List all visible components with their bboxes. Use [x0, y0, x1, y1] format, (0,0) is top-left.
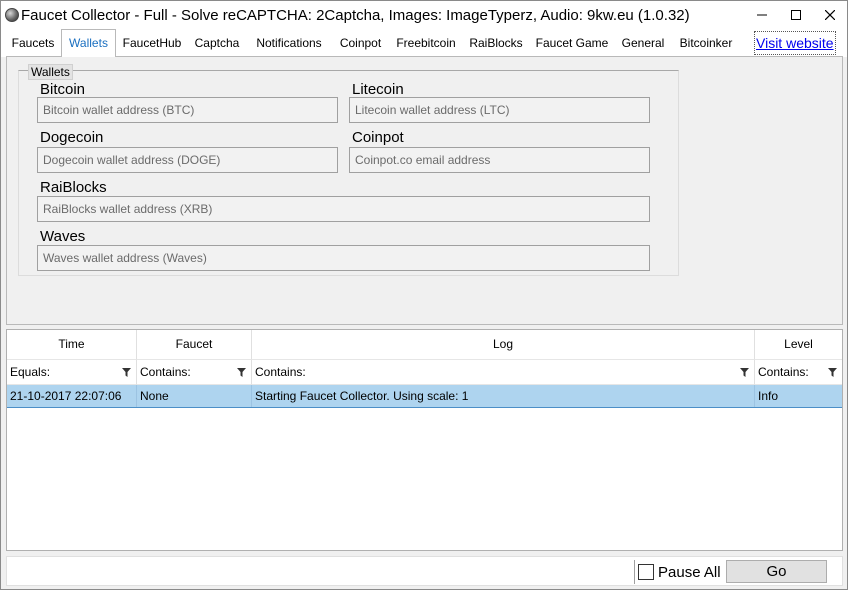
tab-notifications[interactable]: Notifications [248, 33, 330, 55]
column-header-time[interactable]: Time [7, 330, 137, 360]
column-header-faucet[interactable]: Faucet [137, 330, 252, 360]
cell-faucet: None [137, 385, 252, 407]
maximize-button[interactable] [779, 1, 813, 29]
cell-time: 21-10-2017 22:07:06 [7, 385, 137, 407]
filter-icon[interactable] [828, 368, 837, 377]
tab-general[interactable]: General [616, 33, 670, 55]
pause-all-checkbox[interactable] [638, 564, 654, 580]
filter-operator-time: Equals: [10, 365, 51, 379]
close-icon [825, 10, 835, 20]
filter-cell-faucet[interactable]: Contains: [137, 360, 252, 385]
tab-coinpot[interactable]: Coinpot [332, 33, 389, 55]
minimize-icon [757, 14, 767, 16]
tab-faucets[interactable]: Faucets [7, 33, 59, 55]
bitcoin-label: Bitcoin [40, 81, 86, 98]
minimize-button[interactable] [745, 1, 779, 29]
tab-freebitcoin[interactable]: Freebitcoin [391, 33, 461, 55]
cell-log: Starting Faucet Collector. Using scale: … [252, 385, 755, 407]
wallets-panel: Wallets Bitcoin Litecoin Dogecoin Coinpo… [6, 56, 843, 325]
filter-operator-faucet: Contains: [140, 365, 191, 379]
coinpot-email-input[interactable] [349, 147, 650, 173]
bottom-bar: Pause All Go [6, 556, 843, 586]
grid-filter-row: Equals: Contains: Contains: Contains: [7, 360, 842, 385]
table-row[interactable]: 21-10-2017 22:07:06 None Starting Faucet… [7, 385, 842, 408]
tab-wallets[interactable]: Wallets [61, 29, 116, 57]
tab-strip: Faucets Wallets FaucetHub Captcha Notifi… [1, 29, 847, 57]
pause-all-label: Pause All [658, 563, 721, 581]
wallets-group-label: Wallets [28, 64, 73, 80]
column-header-level[interactable]: Level [755, 330, 842, 360]
litecoin-label: Litecoin [352, 81, 404, 98]
filter-icon[interactable] [740, 368, 749, 377]
bitcoin-address-input[interactable] [37, 97, 338, 123]
pause-all-toggle[interactable]: Pause All [638, 562, 721, 582]
filter-cell-time[interactable]: Equals: [7, 360, 137, 385]
title-bar: Faucet Collector - Full - Solve reCAPTCH… [1, 1, 847, 29]
window-controls [745, 1, 847, 29]
waves-address-input[interactable] [37, 245, 650, 271]
raiblocks-address-input[interactable] [37, 196, 650, 222]
filter-operator-level: Contains: [758, 365, 809, 379]
litecoin-address-input[interactable] [349, 97, 650, 123]
tab-faucet-game[interactable]: Faucet Game [531, 33, 613, 55]
grid-header-row: Time Faucet Log Level [7, 330, 842, 360]
coinpot-label: Coinpot [352, 129, 404, 146]
dogecoin-label: Dogecoin [40, 129, 104, 146]
log-grid: Time Faucet Log Level Equals: Contains: … [6, 329, 843, 551]
tab-raiblocks[interactable]: RaiBlocks [464, 33, 528, 55]
filter-icon[interactable] [122, 368, 131, 377]
window-title: Faucet Collector - Full - Solve reCAPTCH… [21, 6, 690, 24]
maximize-icon [791, 10, 801, 20]
raiblocks-label: RaiBlocks [40, 179, 107, 196]
app-icon[interactable] [5, 8, 19, 22]
filter-cell-level[interactable]: Contains: [755, 360, 842, 385]
visit-website-link[interactable]: Visit website [754, 31, 836, 55]
cell-level: Info [758, 389, 779, 403]
filter-operator-log: Contains: [255, 365, 306, 379]
app-window: Faucet Collector - Full - Solve reCAPTCH… [0, 0, 848, 590]
wallets-groupbox: Wallets Bitcoin Litecoin Dogecoin Coinpo… [18, 64, 679, 276]
close-button[interactable] [813, 1, 847, 29]
go-button[interactable]: Go [726, 560, 827, 583]
tab-captcha[interactable]: Captcha [189, 33, 245, 55]
column-header-log[interactable]: Log [252, 330, 755, 360]
dogecoin-address-input[interactable] [37, 147, 338, 173]
filter-icon[interactable] [237, 368, 246, 377]
filter-cell-log[interactable]: Contains: [252, 360, 755, 385]
tab-bitcoinker[interactable]: Bitcoinker [673, 33, 739, 55]
tab-faucethub[interactable]: FaucetHub [117, 33, 187, 55]
bottom-divider [634, 560, 635, 584]
waves-label: Waves [40, 228, 86, 245]
